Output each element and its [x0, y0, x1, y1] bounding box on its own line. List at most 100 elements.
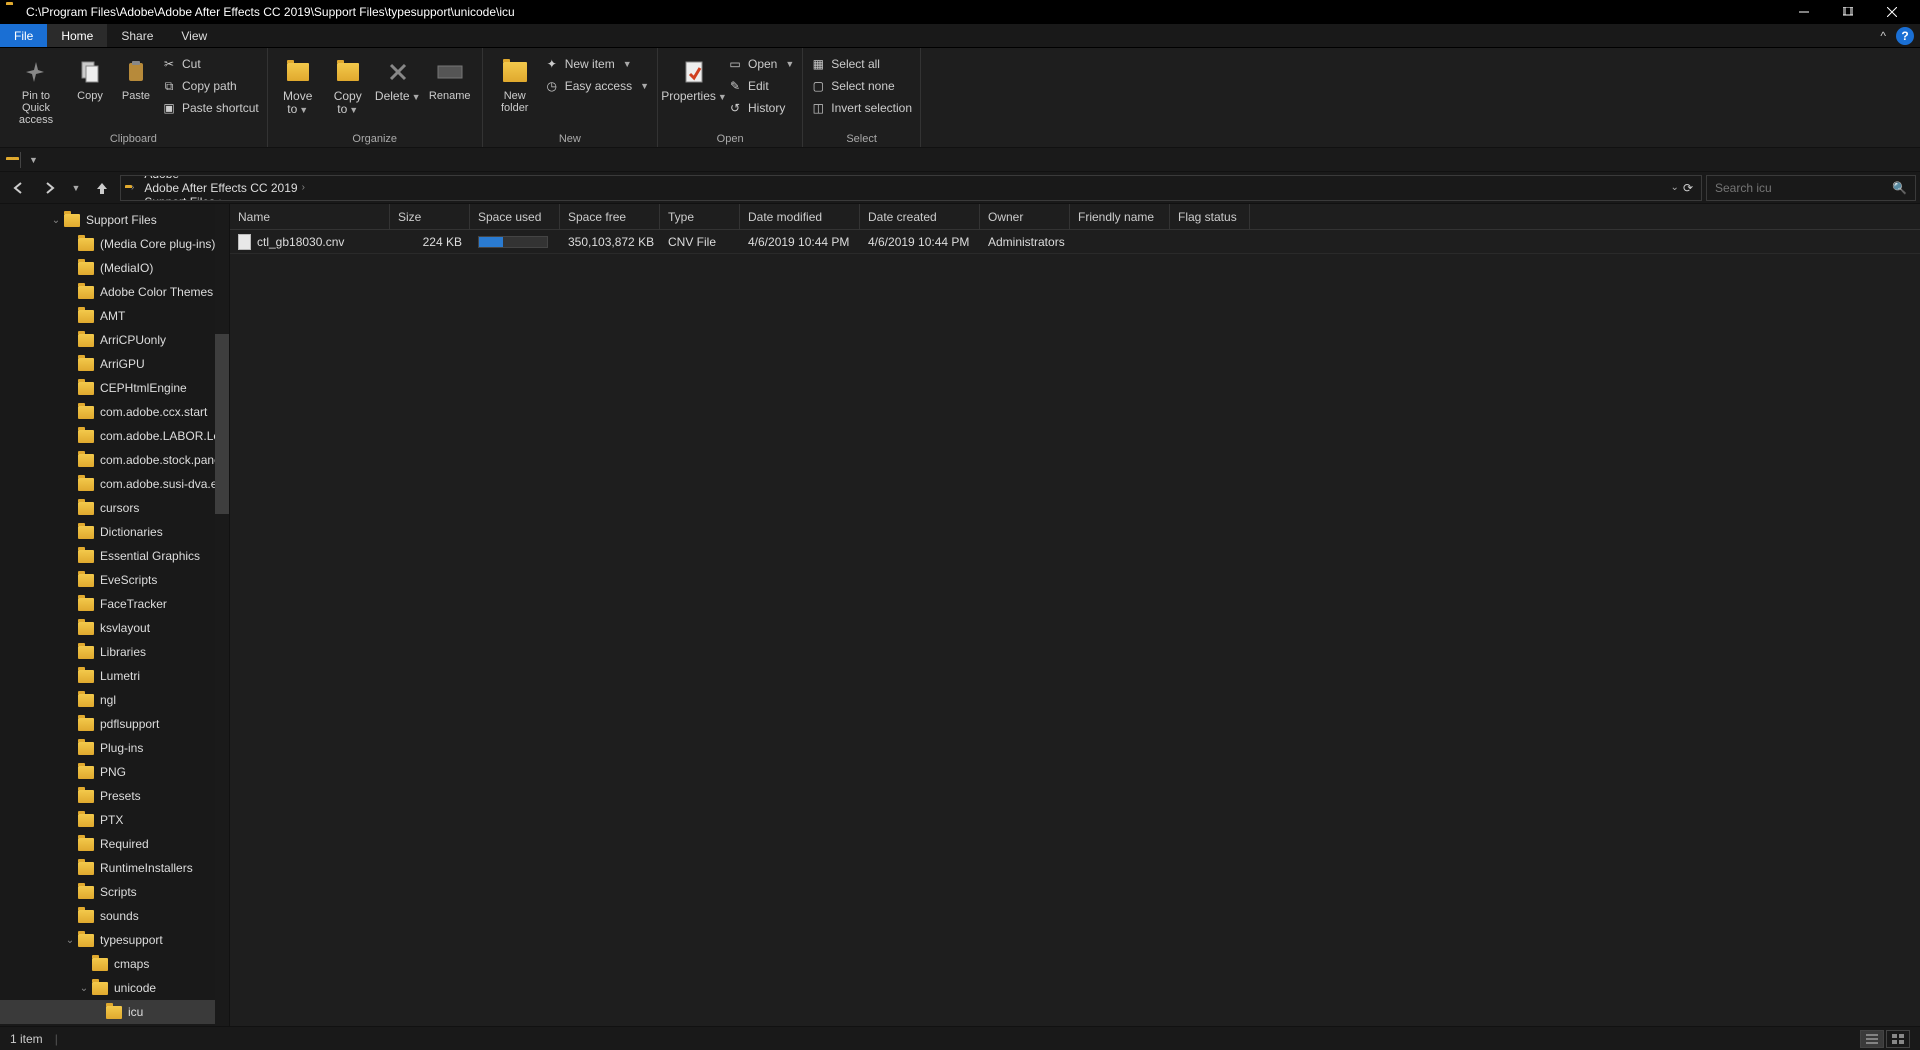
tree-item[interactable]: Required — [0, 832, 229, 856]
tree-typesupport[interactable]: ⌄ typesupport — [0, 928, 229, 952]
copy-button[interactable]: Copy — [70, 54, 110, 102]
tree-scrollbar-thumb[interactable] — [215, 334, 229, 514]
properties-button[interactable]: Properties▼ — [666, 54, 722, 103]
help-icon[interactable]: ? — [1896, 27, 1914, 45]
tree-item[interactable]: Scripts — [0, 880, 229, 904]
tree-item[interactable]: pdflsupport — [0, 712, 229, 736]
history-button[interactable]: ↺History — [728, 98, 794, 118]
tree-item[interactable]: com.adobe.susi-dva.e — [0, 472, 229, 496]
address-bar[interactable]: › This PC›(C:)›Program Files›Adobe›Adobe… — [120, 175, 1702, 201]
tree-item[interactable]: ngl — [0, 688, 229, 712]
rename-button[interactable]: Rename — [426, 54, 474, 102]
tree-root[interactable]: ⌄ Support Files ^ — [0, 208, 229, 232]
tree-item[interactable]: (MediaIO) — [0, 256, 229, 280]
view-details-button[interactable] — [1860, 1030, 1884, 1048]
search-icon[interactable]: 🔍 — [1892, 181, 1907, 195]
new-item-button[interactable]: ✦New item▼ — [545, 54, 649, 74]
collapse-ribbon-icon[interactable]: ^ — [1874, 29, 1892, 43]
tree-item[interactable]: CEPHtmlEngine — [0, 376, 229, 400]
table-row[interactable]: ctl_gb18030.cnv 224 KB 350,103,872 KB CN… — [230, 230, 1920, 254]
address-dropdown-icon[interactable]: ⌄ — [1671, 182, 1679, 193]
tree-item[interactable]: com.adobe.LABOR.Lea — [0, 424, 229, 448]
tree-item[interactable]: com.adobe.ccx.start — [0, 400, 229, 424]
nav-tree[interactable]: ⌄ Support Files ^ (Media Core plug-ins)(… — [0, 204, 230, 1026]
tree-item[interactable]: cursors — [0, 496, 229, 520]
view-large-button[interactable] — [1886, 1030, 1910, 1048]
tab-file[interactable]: File — [0, 24, 47, 47]
expand-icon[interactable]: ⌄ — [64, 935, 76, 946]
col-created[interactable]: Date created — [860, 204, 980, 229]
tree-item[interactable]: Presets — [0, 784, 229, 808]
easy-access-button[interactable]: ◷Easy access▼ — [545, 76, 649, 96]
col-spaceused[interactable]: Space used — [470, 204, 560, 229]
tree-item[interactable]: Plug-ins — [0, 736, 229, 760]
tree-scrollbar[interactable] — [215, 204, 229, 1026]
refresh-icon[interactable]: ⟳ — [1683, 181, 1693, 195]
back-button[interactable] — [4, 174, 32, 202]
col-size[interactable]: Size — [390, 204, 470, 229]
up-button[interactable] — [88, 174, 116, 202]
tree-item[interactable]: Adobe Color Themes — [0, 280, 229, 304]
tree-item[interactable]: AMT — [0, 304, 229, 328]
tree-unicode[interactable]: ⌄ unicode — [0, 976, 229, 1000]
tree-cmaps[interactable]: cmaps — [0, 952, 229, 976]
col-type[interactable]: Type — [660, 204, 740, 229]
tree-item[interactable]: Essential Graphics — [0, 544, 229, 568]
collapse-icon[interactable]: ⌄ — [50, 215, 62, 226]
tree-item[interactable]: com.adobe.stock.pane — [0, 448, 229, 472]
paste-shortcut-button[interactable]: ▣Paste shortcut — [162, 98, 259, 118]
copy-path-button[interactable]: ⧉Copy path — [162, 76, 259, 96]
col-spacefree[interactable]: Space free — [560, 204, 660, 229]
recent-dropdown-icon[interactable]: ▼ — [68, 174, 84, 202]
select-all-button[interactable]: ▦Select all — [811, 54, 912, 74]
tab-home[interactable]: Home — [47, 24, 107, 47]
tree-item[interactable]: ksvlayout — [0, 616, 229, 640]
expand-icon[interactable]: ⌄ — [78, 983, 90, 994]
search-input[interactable] — [1715, 181, 1886, 195]
delete-button[interactable]: Delete▼ — [376, 54, 420, 103]
folder-icon — [6, 5, 20, 19]
tree-item[interactable]: PNG — [0, 760, 229, 784]
tab-view[interactable]: View — [167, 24, 221, 47]
tree-item[interactable]: Libraries — [0, 640, 229, 664]
open-button[interactable]: ▭Open▼ — [728, 54, 794, 74]
pin-quick-access-button[interactable]: Pin to Quick access — [8, 54, 64, 126]
paste-button[interactable]: Paste — [116, 54, 156, 102]
tree-mappings[interactable]: mappings — [0, 1024, 229, 1026]
cut-button[interactable]: ✂Cut — [162, 54, 259, 74]
tab-share[interactable]: Share — [107, 24, 167, 47]
forward-button[interactable] — [36, 174, 64, 202]
tree-item[interactable]: FaceTracker — [0, 592, 229, 616]
copy-to-button[interactable]: Copy to▼ — [326, 54, 370, 116]
tree-item[interactable]: Lumetri — [0, 664, 229, 688]
tree-item[interactable]: RuntimeInstallers — [0, 856, 229, 880]
col-flag[interactable]: Flag status — [1170, 204, 1250, 229]
col-name[interactable]: Name — [230, 204, 390, 229]
col-owner[interactable]: Owner — [980, 204, 1070, 229]
tree-item[interactable]: Dictionaries — [0, 520, 229, 544]
search-box[interactable]: 🔍 — [1706, 175, 1916, 201]
crumb-sep[interactable]: › — [127, 176, 138, 200]
tree-item[interactable]: EveScripts — [0, 568, 229, 592]
tree-icu[interactable]: icu — [0, 1000, 229, 1024]
minimize-button[interactable] — [1782, 0, 1826, 24]
tree-item[interactable]: sounds — [0, 904, 229, 928]
breadcrumb[interactable]: Adobe After Effects CC 2019› — [140, 181, 309, 195]
move-to-button[interactable]: Move to▼ — [276, 54, 320, 116]
file-list: Name Size Space used Space free Type Dat… — [230, 204, 1920, 1026]
close-button[interactable] — [1870, 0, 1914, 24]
new-folder-button[interactable]: New folder — [491, 54, 539, 114]
tree-item[interactable]: ArriGPU — [0, 352, 229, 376]
col-modified[interactable]: Date modified — [740, 204, 860, 229]
tree-item[interactable]: ArriCPUonly — [0, 328, 229, 352]
window-title: C:\Program Files\Adobe\Adobe After Effec… — [26, 5, 1782, 19]
maximize-button[interactable] — [1826, 0, 1870, 24]
select-none-button[interactable]: ▢Select none — [811, 76, 912, 96]
tree-item[interactable]: (Media Core plug-ins) — [0, 232, 229, 256]
col-friendly[interactable]: Friendly name — [1070, 204, 1170, 229]
edit-button[interactable]: ✎Edit — [728, 76, 794, 96]
invert-selection-button[interactable]: ◫Invert selection — [811, 98, 912, 118]
qat-dropdown-icon[interactable]: ▼ — [29, 155, 38, 165]
tree-item[interactable]: PTX — [0, 808, 229, 832]
breadcrumb[interactable]: Support Files› — [140, 195, 309, 201]
